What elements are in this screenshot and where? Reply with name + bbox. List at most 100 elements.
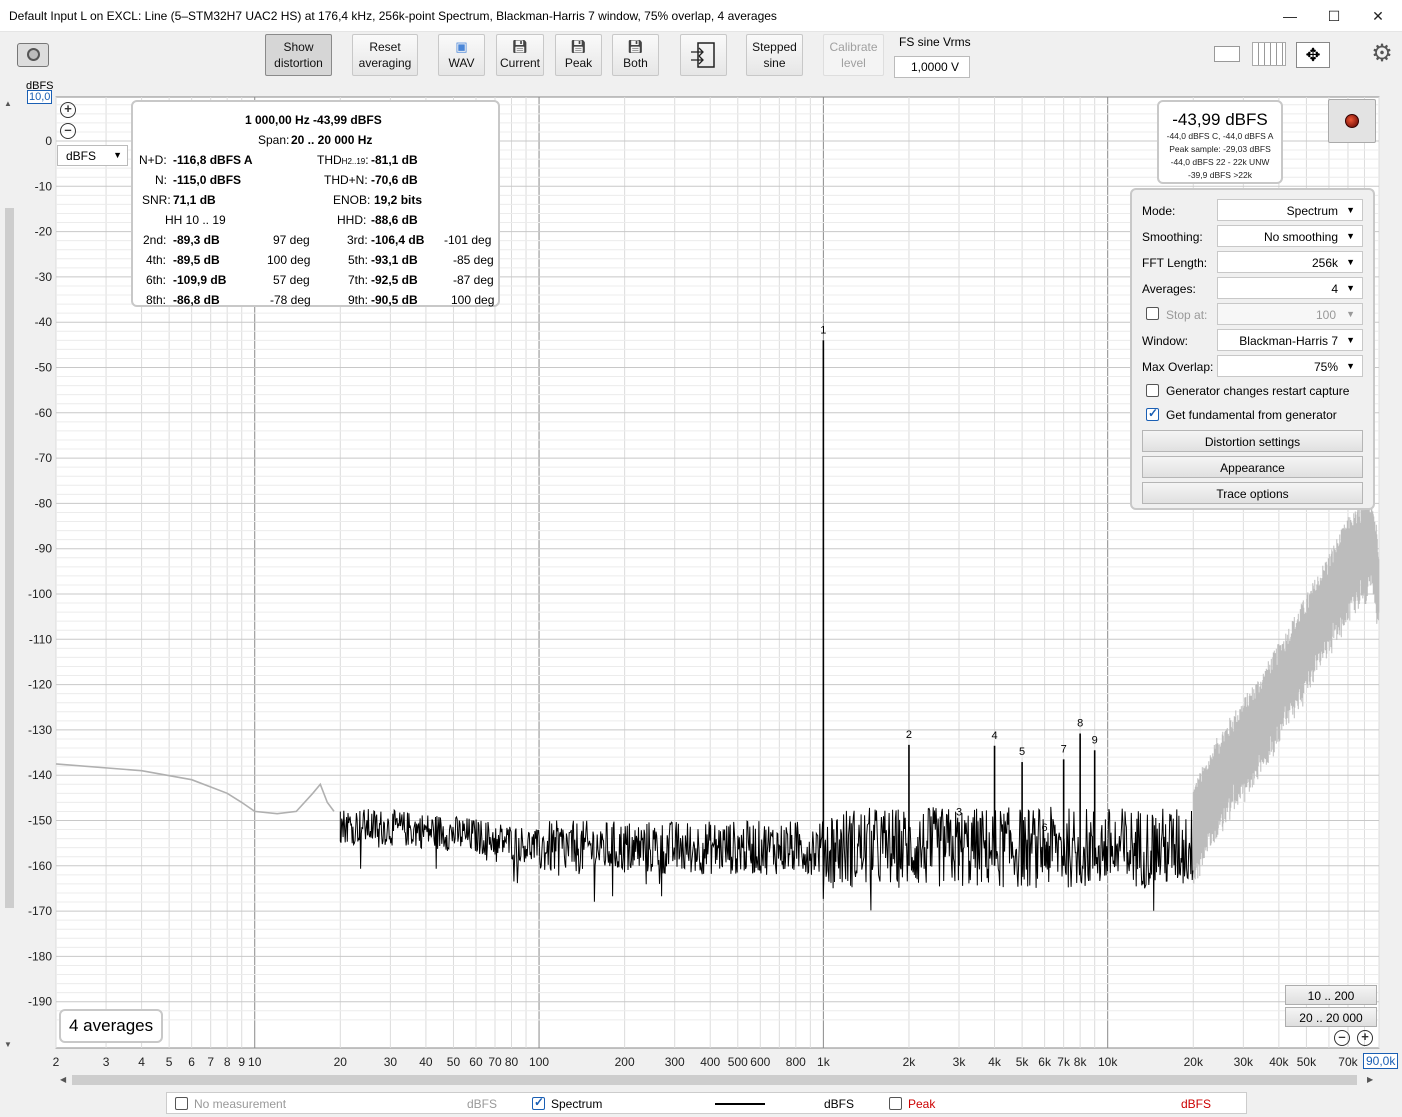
level-line: -44,0 dBFS C, -44,0 dBFS A	[1166, 131, 1274, 141]
harmonic-label: 7th:	[348, 273, 369, 287]
x-tick-label: 4	[138, 1055, 145, 1069]
y-tick-label: -40	[35, 315, 53, 329]
appearance-button[interactable]: Appearance	[1142, 456, 1363, 478]
x-tick-label: 600	[750, 1055, 770, 1069]
spectrum-label: Spectrum	[551, 1097, 603, 1111]
y-tick-label: -170	[28, 904, 52, 918]
no-measurement-unit: dBFS	[467, 1097, 498, 1111]
zoom-out-icon[interactable]: –	[60, 123, 76, 139]
trace-options-button[interactable]: Trace options	[1142, 482, 1363, 504]
maximize-icon[interactable]: ☐	[1312, 0, 1356, 32]
smoothing-select[interactable]: No smoothing	[1217, 225, 1363, 247]
stop-at-checkbox[interactable]	[1146, 307, 1159, 320]
window-select[interactable]: Blackman-Harris 7	[1217, 329, 1363, 351]
enob-label: ENOB:	[333, 193, 371, 207]
y-tick-label: -50	[35, 361, 53, 375]
export-button[interactable]	[680, 34, 727, 76]
vertical-scrollbar[interactable]	[5, 208, 14, 908]
fft-length-select[interactable]: 256k	[1217, 251, 1363, 273]
nd-value: -116,8 dBFS A	[173, 153, 253, 167]
window-label: Window:	[1142, 334, 1189, 348]
record-button[interactable]	[1328, 99, 1376, 143]
x-tick-label: 3k	[953, 1055, 967, 1069]
show-distortion-button[interactable]: Show distortion	[265, 34, 332, 76]
harmonic-label: 3rd:	[347, 233, 368, 247]
x-tick-label: 100	[529, 1055, 549, 1069]
close-icon[interactable]: ✕	[1356, 0, 1400, 32]
no-measurement-label: No measurement	[194, 1097, 287, 1111]
no-measurement-checkbox[interactable]	[175, 1097, 188, 1110]
x-tick-label: 3	[103, 1055, 110, 1069]
minimize-icon[interactable]: —	[1268, 0, 1312, 32]
harmonic-phase: -78 deg	[270, 293, 311, 307]
x-tick-label: 50	[447, 1055, 461, 1069]
x-tick-label: 20	[334, 1055, 348, 1069]
save-icon: 💾︎	[570, 38, 587, 54]
range-10-200-button[interactable]: 10 .. 200	[1285, 985, 1377, 1005]
harmonic-marker-label: 4	[991, 730, 997, 742]
scroll-down-icon[interactable]: ▼	[4, 1040, 12, 1049]
x-right-value[interactable]: 90,0k	[1363, 1053, 1399, 1069]
zoom-in-icon[interactable]: +	[60, 102, 76, 118]
save-peak-button[interactable]: 💾︎ Peak	[555, 34, 602, 76]
harmonic-db: -92,5 dB	[371, 273, 418, 287]
scroll-up-icon[interactable]: ▲	[4, 99, 12, 108]
snr-value: 71,1 dB	[173, 193, 216, 207]
layout-columns-icon[interactable]	[1252, 42, 1286, 66]
gear-icon[interactable]: ⚙	[1370, 42, 1394, 66]
fs-sine-input[interactable]: 1,0000 V	[894, 56, 970, 78]
stop-at-label: Stop at:	[1166, 308, 1208, 322]
fundamental-readout: 1 000,00 Hz -43,99 dBFS	[245, 113, 382, 127]
scroll-right-icon[interactable]: ▶	[1367, 1075, 1373, 1084]
unit-dropdown[interactable]: dBFS	[57, 145, 128, 166]
spectrum-checkbox[interactable]	[532, 1095, 545, 1110]
x-tick-label: 4k	[988, 1055, 1002, 1069]
x-tick-label: 7	[207, 1055, 214, 1069]
y-tick-label: -90	[35, 542, 53, 556]
calibrate-level-button[interactable]: Calibrate level	[823, 34, 884, 76]
thdn-value: -70,6 dB	[371, 173, 418, 187]
averages-select[interactable]: 4	[1217, 277, 1363, 299]
wav-button[interactable]: ▣ WAV	[438, 34, 485, 76]
generator-restart-checkbox[interactable]	[1146, 384, 1159, 397]
max-overlap-select[interactable]: 75%	[1217, 355, 1363, 377]
horizontal-scrollbar[interactable]	[72, 1075, 1357, 1085]
harmonic-label: 9th:	[348, 293, 369, 307]
zoom-fit-icon[interactable]: ✥	[1296, 42, 1330, 68]
thd-label: THDH2..19:	[317, 153, 369, 167]
y-tick-label: -20	[35, 225, 53, 239]
save-both-button[interactable]: 💾︎ Both	[612, 34, 659, 76]
range-20-20000-button[interactable]: 20 .. 20 000	[1285, 1007, 1377, 1027]
y-tick-label: -60	[35, 406, 53, 420]
x-tick-label: 7k	[1057, 1055, 1071, 1069]
averages-label: Averages:	[1142, 282, 1196, 296]
distortion-settings-button[interactable]: Distortion settings	[1142, 430, 1363, 452]
spectrum-settings-panel: Mode: Spectrum Smoothing: No smoothing F…	[1130, 188, 1375, 510]
save-current-button[interactable]: 💾︎ Current	[496, 34, 544, 76]
level-line: Peak sample: -29,03 dBFS	[1169, 144, 1271, 154]
harmonic-label: 4th:	[146, 253, 167, 267]
harmonic-phase: 100 deg	[267, 253, 311, 267]
stepped-sine-button[interactable]: Stepped sine	[746, 34, 803, 76]
export-icon	[690, 42, 715, 68]
fundamental-from-generator-checkbox[interactable]	[1146, 406, 1159, 421]
y-top-value[interactable]: 10,0	[27, 90, 53, 104]
x-zoom-in-icon[interactable]: +	[1357, 1030, 1373, 1046]
x-tick-label: 40	[419, 1055, 433, 1069]
reset-averaging-button[interactable]: Reset averaging	[352, 34, 418, 76]
y-tick-label: -130	[28, 723, 52, 737]
x-tick-label: 5	[166, 1055, 173, 1069]
y-tick-label: -190	[28, 995, 52, 1009]
harmonic-db: -90,5 dB	[371, 293, 418, 307]
peak-checkbox[interactable]	[889, 1097, 902, 1110]
scroll-left-icon[interactable]: ◀	[60, 1075, 66, 1084]
span-label: Span:	[258, 133, 290, 147]
level-main: -43,99 dBFS	[1172, 110, 1268, 129]
harmonic-marker-label: 7	[1061, 743, 1067, 755]
camera-icon[interactable]	[17, 43, 49, 67]
x-tick-label: 500	[728, 1055, 748, 1069]
mode-select[interactable]: Spectrum	[1217, 199, 1363, 221]
layout-single-icon[interactable]	[1210, 42, 1242, 66]
x-zoom-out-icon[interactable]: –	[1334, 1030, 1350, 1046]
stop-at-stepper[interactable]: 100	[1217, 303, 1363, 325]
